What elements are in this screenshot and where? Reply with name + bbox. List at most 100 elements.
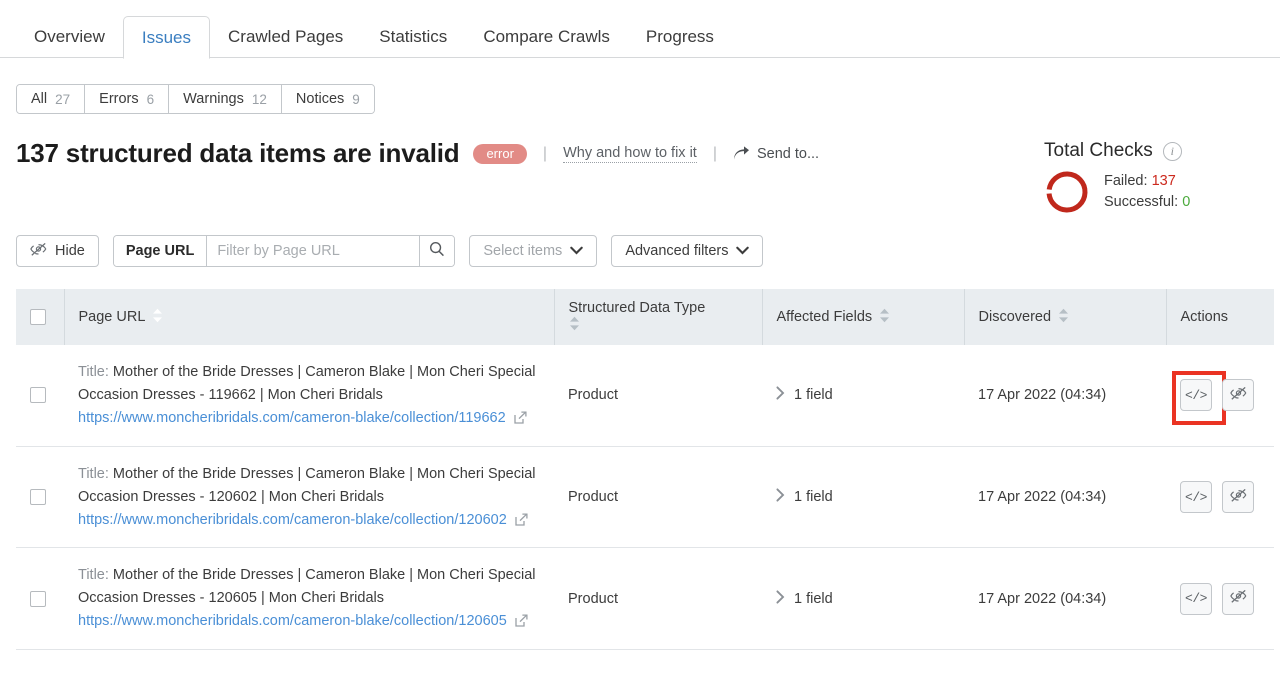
affected-fields-value: 1 field [794,590,833,607]
successful-value: 0 [1182,194,1191,210]
title-value: Mother of the Bride Dresses | Cameron Bl… [78,465,536,505]
external-link-icon[interactable] [515,512,528,530]
code-icon: </> [1185,387,1207,403]
chip-label-all: All [31,91,48,107]
tab-progress[interactable]: Progress [628,16,732,58]
row-checkbox[interactable] [30,590,46,607]
table-row: Title: Mother of the Bride Dresses | Cam… [16,345,1274,447]
page-url-link[interactable]: https://www.moncheribridals.com/cameron-… [78,512,507,528]
view-code-button[interactable]: </> [1172,371,1226,426]
column-label-actions: Actions [1180,309,1229,325]
tab-compare-crawls[interactable]: Compare Crawls [465,16,628,58]
column-header-select-all [16,289,65,345]
successful-stat: Successful: 0 [1104,192,1190,213]
page-url-cell: Title: Mother of the Bride Dresses | Cam… [64,345,554,447]
structured-data-type-cell: Product [554,547,762,651]
chevron-right-icon [776,488,785,506]
chevron-right-icon [776,590,785,608]
filter-chip-warnings[interactable]: Warnings 12 [169,85,282,113]
severity-filter-group: All 27 Errors 6 Warnings 12 Notices 9 [16,84,375,114]
send-to-label: Send to... [757,145,820,162]
page-url-link[interactable]: https://www.moncheribridals.com/cameron-… [78,613,507,629]
page-url-line: https://www.moncheribridals.com/cameron-… [78,610,540,633]
filter-chip-errors[interactable]: Errors 6 [85,85,170,113]
column-header-affected-fields[interactable]: Affected Fields [762,289,965,345]
actions-cell: </> [1166,446,1274,549]
filter-chip-notices[interactable]: Notices 9 [281,85,374,113]
select-all-checkbox[interactable] [30,309,46,325]
view-code-button[interactable]: </> [1180,481,1212,514]
affected-fields-cell: 1 field [762,547,964,651]
chip-label-warnings: Warnings [183,91,244,107]
external-link-icon[interactable] [515,614,528,631]
column-label-structured-data-type: Structured Data Type [568,299,706,316]
total-checks-stats: Failed: 137 Successful: 0 [1104,171,1190,213]
title-label: Title: [78,364,109,380]
hide-button[interactable]: Hide [16,235,99,267]
chip-count-notices: 9 [352,91,360,107]
row-checkbox[interactable] [30,387,46,404]
chevron-down-icon [736,243,750,259]
title-value: Mother of the Bride Dresses | Cameron Bl… [78,364,536,403]
expand-fields-toggle[interactable]: 1 field [776,488,833,506]
why-and-how-to-fix-it-link[interactable]: Why and how to fix it [563,145,697,163]
hide-row-button[interactable] [1222,481,1254,514]
column-header-discovered[interactable]: Discovered [964,289,1167,345]
select-items-label: Select items [483,243,563,259]
search-button[interactable] [419,236,455,266]
column-header-structured-data-type[interactable]: Structured Data Type [554,289,763,345]
page-url-cell: Title: Mother of the Bride Dresses | Cam… [64,547,554,651]
affected-fields-value: 1 field [794,489,833,506]
eye-slash-icon [1229,590,1247,607]
main-tab-bar: Overview Issues Crawled Pages Statistics… [0,0,1280,59]
successful-label: Successful: [1104,194,1179,210]
table-header-row: Page URL Structured Data Type Affected F… [16,289,1274,345]
advanced-filters-dropdown[interactable]: Advanced filters [611,235,764,267]
info-icon[interactable]: i [1162,141,1182,161]
sort-arrows-icon[interactable] [569,316,580,335]
search-icon [429,241,445,262]
select-items-dropdown[interactable]: Select items [469,235,598,267]
issues-table-wrapper: Page URL Structured Data Type Affected F… [16,289,1274,651]
hide-row-button[interactable] [1222,379,1254,412]
page-url-link[interactable]: https://www.moncheribridals.com/cameron-… [78,410,506,426]
chevron-down-icon [570,243,584,259]
sort-arrows-icon[interactable] [879,308,890,327]
tab-statistics[interactable]: Statistics [361,16,465,58]
advanced-filters-label: Advanced filters [625,243,729,259]
affected-fields-cell: 1 field [762,345,964,447]
title-label: Title: [78,465,109,482]
filter-chip-all[interactable]: All 27 [17,85,86,113]
column-header-page-url[interactable]: Page URL [64,289,555,345]
chip-count-errors: 6 [146,91,155,107]
column-header-actions: Actions [1166,289,1274,345]
page-title-text: Title: Mother of the Bride Dresses | Cam… [78,564,540,610]
tab-issues[interactable]: Issues [122,16,210,59]
tab-crawled-pages[interactable]: Crawled Pages [210,16,361,58]
total-checks-title: Total Checks [1044,140,1153,161]
view-code-button[interactable]: </> [1180,582,1212,615]
page-title-text: Title: Mother of the Bride Dresses | Cam… [78,463,540,509]
discovered-cell: 17 Apr 2022 (04:34) [964,547,1166,651]
expand-fields-toggle[interactable]: 1 field [776,386,833,404]
row-checkbox[interactable] [30,489,46,506]
tab-overview[interactable]: Overview [16,16,123,58]
external-link-icon[interactable] [514,411,527,428]
eye-slash-icon [1229,488,1247,506]
failed-value: 137 [1151,172,1176,189]
affected-fields-cell: 1 field [762,446,964,549]
send-to-button[interactable]: Send to... [733,146,819,162]
sort-arrows-icon[interactable] [152,308,163,327]
chip-count-warnings: 12 [251,91,267,107]
hide-row-button[interactable] [1222,582,1254,615]
search-input[interactable] [207,236,420,266]
page-url-cell: Title: Mother of the Bride Dresses | Cam… [64,446,554,549]
issues-table-body: Title: Mother of the Bride Dresses | Cam… [16,345,1274,651]
hide-button-label: Hide [55,243,85,259]
table-row: Title: Mother of the Bride Dresses | Cam… [16,446,1274,549]
column-label-page-url: Page URL [78,309,146,325]
expand-fields-toggle[interactable]: 1 field [776,590,833,608]
column-label-discovered: Discovered [978,309,1052,325]
structured-data-type-cell: Product [554,345,762,447]
sort-arrows-icon[interactable] [1058,308,1069,327]
